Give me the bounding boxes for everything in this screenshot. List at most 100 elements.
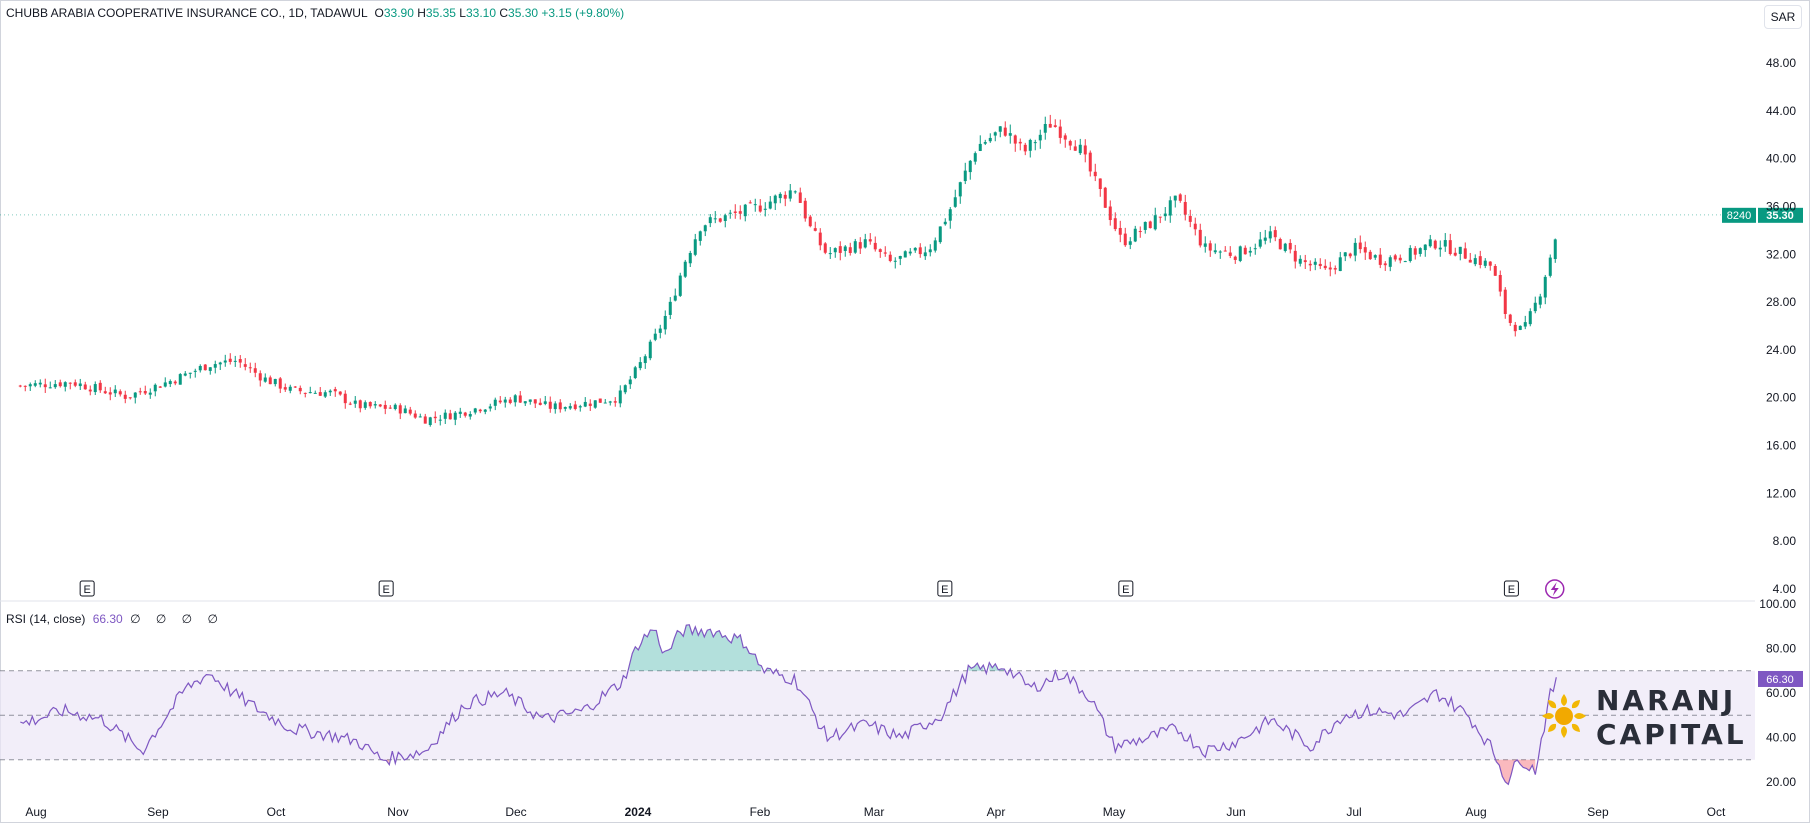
candle-body	[1073, 146, 1077, 151]
candle	[1363, 241, 1367, 260]
candle	[543, 395, 547, 406]
candle-body	[908, 251, 912, 254]
candle-body	[723, 215, 727, 221]
candle-body	[588, 403, 592, 406]
candle	[1463, 242, 1467, 260]
candle	[1173, 195, 1177, 208]
candle-body	[68, 382, 72, 384]
candle	[283, 383, 287, 392]
candle-body	[893, 260, 897, 262]
candle	[933, 237, 937, 253]
candle-body	[923, 252, 927, 257]
earnings-marker[interactable]: E	[1118, 580, 1134, 597]
candle	[993, 131, 997, 142]
candle	[1368, 249, 1372, 260]
candle-body	[1403, 261, 1407, 263]
candle	[1053, 119, 1057, 128]
candle	[1238, 245, 1242, 263]
candle	[953, 189, 957, 208]
candle	[848, 242, 852, 256]
rsi-y-tick-label: 20.00	[1766, 775, 1796, 789]
candle	[1168, 196, 1172, 223]
rsi-y-tick-label: 60.00	[1766, 686, 1796, 700]
price-y-tick-label: 36.00	[1766, 199, 1796, 213]
candle-body	[1143, 221, 1147, 230]
candle-body	[1268, 231, 1272, 239]
candle	[843, 245, 847, 257]
price-y-tick-label: 32.00	[1766, 247, 1796, 261]
candle-body	[823, 243, 827, 253]
candle	[1483, 258, 1487, 269]
candle-body	[423, 416, 427, 424]
x-tick-label: May	[1103, 805, 1126, 819]
candle	[1278, 237, 1282, 250]
candle-body	[53, 384, 57, 388]
candle	[668, 297, 672, 320]
candle	[678, 272, 682, 297]
candle	[663, 310, 667, 335]
lightning-icon[interactable]	[1545, 579, 1565, 599]
candle	[603, 398, 607, 404]
candle-body	[528, 399, 532, 402]
candle-body	[1083, 145, 1087, 155]
candle	[1223, 246, 1227, 252]
candle-body	[1248, 250, 1252, 253]
candle	[1143, 221, 1147, 234]
candle-body	[508, 399, 512, 403]
earnings-marker-label: E	[382, 584, 389, 596]
candle	[638, 357, 642, 371]
candle	[128, 397, 132, 400]
candle-body	[1263, 237, 1267, 241]
candle-body	[563, 407, 567, 409]
candle	[1213, 243, 1217, 255]
candle-body	[518, 395, 522, 403]
candle	[1188, 209, 1192, 228]
candle-body	[378, 404, 382, 407]
candle-body	[88, 389, 92, 392]
candle	[438, 414, 442, 426]
candle	[213, 360, 217, 374]
candle	[773, 194, 777, 211]
candle	[413, 410, 417, 419]
earnings-marker[interactable]: E	[378, 580, 394, 597]
candle-body	[778, 193, 782, 199]
candle-body	[963, 170, 967, 182]
candle	[1428, 234, 1432, 248]
candle-body	[748, 202, 752, 204]
earnings-marker[interactable]: E	[1503, 580, 1519, 597]
candle	[568, 403, 572, 410]
candle-body	[673, 295, 677, 301]
earnings-marker[interactable]: E	[937, 580, 953, 597]
candle-body	[288, 386, 292, 391]
candle-body	[848, 247, 852, 253]
candle	[1403, 260, 1407, 263]
candle	[1068, 139, 1072, 151]
candle-body	[808, 216, 812, 227]
candle	[503, 396, 507, 408]
price-chart-svg[interactable]: 8240 35.30 66.30 48.00 44.00 40.00 36.00 32.0…	[0, 0, 1810, 823]
candle	[168, 379, 172, 388]
candle-body	[408, 409, 412, 414]
candle-body	[758, 205, 762, 212]
candle	[1453, 247, 1457, 257]
candle-body	[1028, 139, 1032, 151]
candle	[518, 391, 522, 403]
candle	[1103, 186, 1107, 208]
candle-body	[773, 195, 777, 204]
candle-body	[228, 358, 232, 362]
candle-body	[523, 401, 527, 404]
candle	[1153, 207, 1157, 231]
candle-body	[268, 377, 272, 385]
rsi-y-tick-label: 40.00	[1766, 731, 1796, 745]
candle	[523, 401, 527, 406]
candle-body	[733, 211, 737, 213]
candle	[1468, 252, 1472, 263]
candle	[443, 409, 447, 424]
candle	[588, 399, 592, 412]
candle	[463, 411, 467, 418]
candle	[1148, 220, 1152, 229]
earnings-marker[interactable]: E	[79, 580, 95, 597]
candle	[783, 191, 787, 207]
rsi-y-tick-label: 80.00	[1766, 642, 1796, 656]
candle-body	[208, 367, 212, 371]
